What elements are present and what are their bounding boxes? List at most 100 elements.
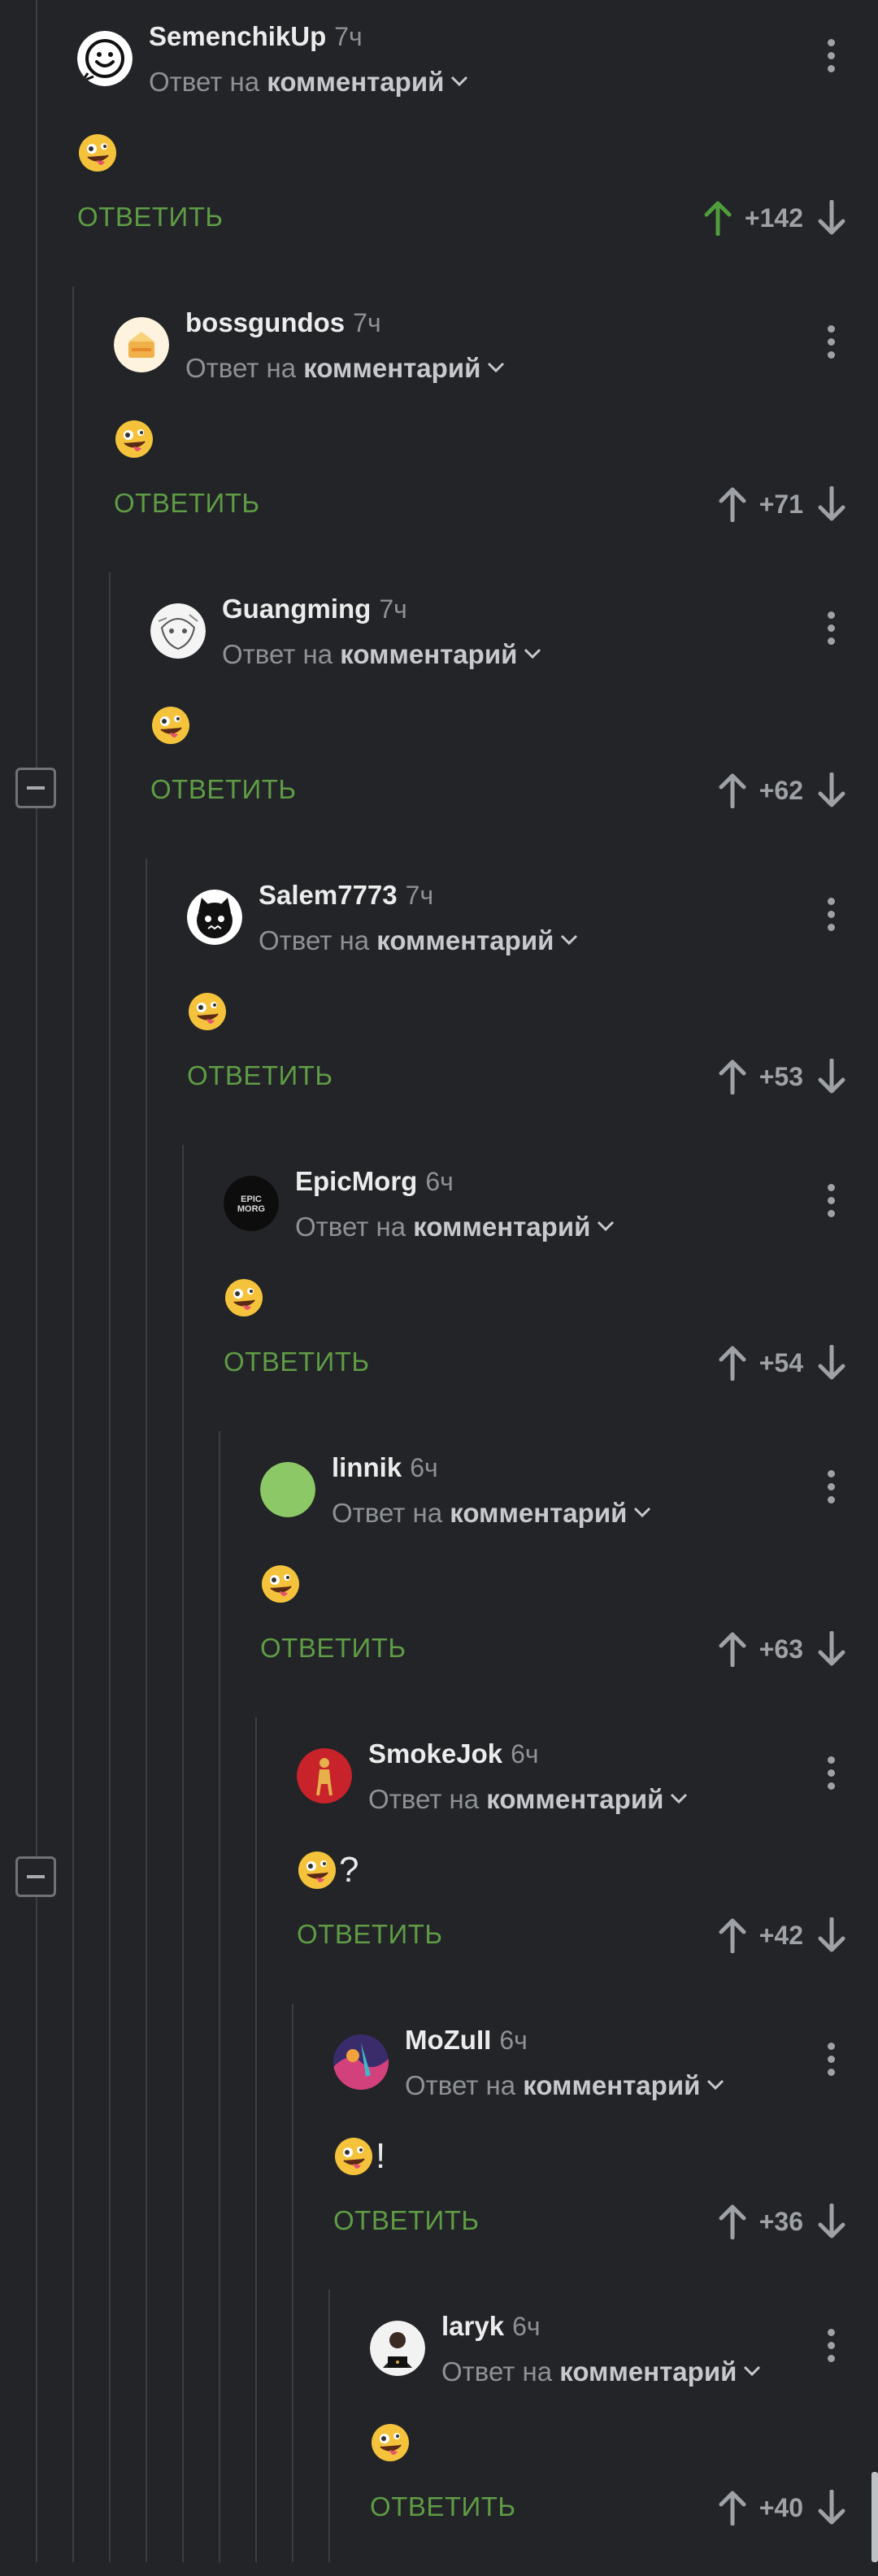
author-name[interactable]: SmokeJok 6ч [368, 1738, 539, 1769]
downvote-arrow-icon[interactable] [818, 486, 845, 522]
reply-button[interactable]: ОТВЕТИТЬ [297, 1919, 443, 1950]
reply-to-link[interactable]: Ответ на комментарий [405, 2070, 724, 2101]
thread-line [72, 286, 74, 2562]
vote-panel: +142 [704, 195, 845, 241]
comment-time: 6ч [512, 2312, 541, 2341]
author-name[interactable]: linnik 6ч [332, 1452, 438, 1483]
comment: SemenchikUp 7ч Ответ на комментарий ОТВЕТ… [77, 0, 878, 286]
upvote-arrow-icon[interactable] [719, 772, 746, 808]
downvote-arrow-icon[interactable] [818, 772, 845, 808]
avatar[interactable] [187, 890, 242, 945]
vote-panel: +36 [719, 2199, 845, 2244]
reply-to-link[interactable]: Ответ на комментарий [368, 1784, 688, 1815]
author-name[interactable]: MoZuII 6ч [405, 2025, 528, 2056]
more-options-icon[interactable] [828, 898, 836, 937]
downvote-arrow-icon[interactable] [818, 1917, 845, 1953]
avatar[interactable] [114, 317, 169, 372]
avatar[interactable] [260, 1462, 315, 1517]
upvote-arrow-icon[interactable] [719, 1059, 746, 1094]
thread-line [146, 859, 147, 2562]
reply-to-link[interactable]: Ответ на комментарий [332, 1498, 651, 1529]
downvote-arrow-icon[interactable] [818, 200, 845, 236]
downvote-arrow-icon[interactable] [818, 2490, 845, 2526]
chevron-down-icon [634, 1508, 651, 1518]
upvote-arrow-icon[interactable] [719, 2204, 746, 2239]
downvote-arrow-icon[interactable] [818, 1631, 845, 1667]
collapse-thread-button[interactable] [15, 768, 56, 808]
author-name[interactable]: laryk 6ч [441, 2311, 541, 2342]
reply-to-link[interactable]: Ответ на комментарий [185, 353, 505, 384]
reply-button[interactable]: ОТВЕТИТЬ [77, 202, 224, 233]
zany-face-emoji-icon [189, 993, 226, 1030]
comment-text [187, 989, 229, 1034]
smiley-avatar-icon [77, 31, 133, 86]
vote-panel: +53 [719, 1054, 845, 1099]
comment-score: +62 [758, 775, 803, 805]
more-options-icon[interactable] [828, 1470, 836, 1509]
comment-score: +42 [758, 1920, 803, 1950]
collapse-thread-button[interactable] [15, 1856, 56, 1897]
avatar-logo-text: EPIC [241, 1194, 262, 1204]
reply-to-link[interactable]: Ответ на комментарий [149, 67, 468, 98]
avatar[interactable] [150, 603, 206, 659]
author-name[interactable]: Salem7773 7ч [259, 880, 433, 911]
reply-button[interactable]: ОТВЕТИТЬ [224, 1347, 370, 1377]
downvote-arrow-icon[interactable] [818, 1345, 845, 1381]
sketch-avatar-icon [150, 603, 206, 659]
avatar[interactable] [297, 1748, 352, 1804]
vote-panel: +71 [719, 481, 845, 527]
comment-text [260, 1561, 302, 1607]
author-name[interactable]: EpicMorg 6ч [295, 1166, 454, 1197]
chevron-down-icon [524, 649, 541, 659]
upvote-arrow-icon[interactable] [719, 2490, 746, 2526]
upvote-arrow-icon[interactable] [719, 486, 746, 522]
comment-text [114, 416, 156, 462]
reply-button[interactable]: ОТВЕТИТЬ [333, 2205, 480, 2236]
comment: SmokeJok 6ч Ответ на комментарий ? ОТВЕТИ… [297, 1717, 878, 2004]
downvote-arrow-icon[interactable] [818, 2204, 845, 2239]
avatar[interactable] [333, 2034, 389, 2090]
reply-button[interactable]: ОТВЕТИТЬ [187, 1060, 333, 1091]
avatar[interactable]: EPIC MORG [224, 1176, 279, 1231]
comment-time: 6ч [425, 1167, 454, 1196]
upvote-arrow-icon[interactable] [719, 1345, 746, 1381]
comment-text [150, 703, 193, 748]
author-name[interactable]: bossgundos 7ч [185, 307, 381, 338]
reply-button[interactable]: ОТВЕТИТЬ [370, 2491, 516, 2522]
more-options-icon[interactable] [828, 2043, 836, 2082]
comment-text [370, 2420, 412, 2465]
comment: Guangming 7ч Ответ на комментарий ОТВЕТИТ… [150, 572, 878, 859]
reply-to-link[interactable]: Ответ на комментарий [441, 2356, 761, 2387]
author-name[interactable]: Guangming 7ч [222, 594, 407, 624]
comment-text: ? [297, 1847, 359, 1893]
zany-face-emoji-icon [335, 2138, 372, 2175]
chevron-down-icon [598, 1221, 615, 1232]
upvote-arrow-icon[interactable] [704, 200, 732, 236]
more-options-icon[interactable] [828, 39, 836, 78]
avatar[interactable] [370, 2321, 425, 2376]
more-options-icon[interactable] [828, 325, 836, 364]
reply-to-link[interactable]: Ответ на комментарий [259, 925, 578, 956]
avatar[interactable] [77, 31, 133, 86]
reply-to-link[interactable]: Ответ на комментарий [222, 639, 541, 670]
more-options-icon[interactable] [828, 1184, 836, 1223]
comment-score: +54 [758, 1347, 803, 1377]
zany-face-emoji-icon [115, 420, 153, 458]
zany-face-emoji-icon [372, 2424, 409, 2461]
reply-button[interactable]: ОТВЕТИТЬ [260, 1633, 406, 1664]
more-options-icon[interactable] [828, 2329, 836, 2368]
downvote-arrow-icon[interactable] [818, 1059, 845, 1094]
thread-line [328, 2290, 330, 2562]
reply-to-link[interactable]: Ответ на комментарий [295, 1212, 615, 1242]
chevron-down-icon [488, 363, 505, 373]
epicmorg-avatar-icon: EPIC MORG [224, 1176, 279, 1231]
upvote-arrow-icon[interactable] [719, 1917, 746, 1953]
comment-time: 6ч [410, 1453, 438, 1482]
author-name[interactable]: SemenchikUp 7ч [149, 21, 363, 52]
reply-button[interactable]: ОТВЕТИТЬ [150, 774, 297, 805]
more-options-icon[interactable] [828, 611, 836, 651]
more-options-icon[interactable] [828, 1756, 836, 1795]
upvote-arrow-icon[interactable] [719, 1631, 746, 1667]
reply-button[interactable]: ОТВЕТИТЬ [114, 488, 260, 519]
thread-line [36, 0, 37, 2562]
